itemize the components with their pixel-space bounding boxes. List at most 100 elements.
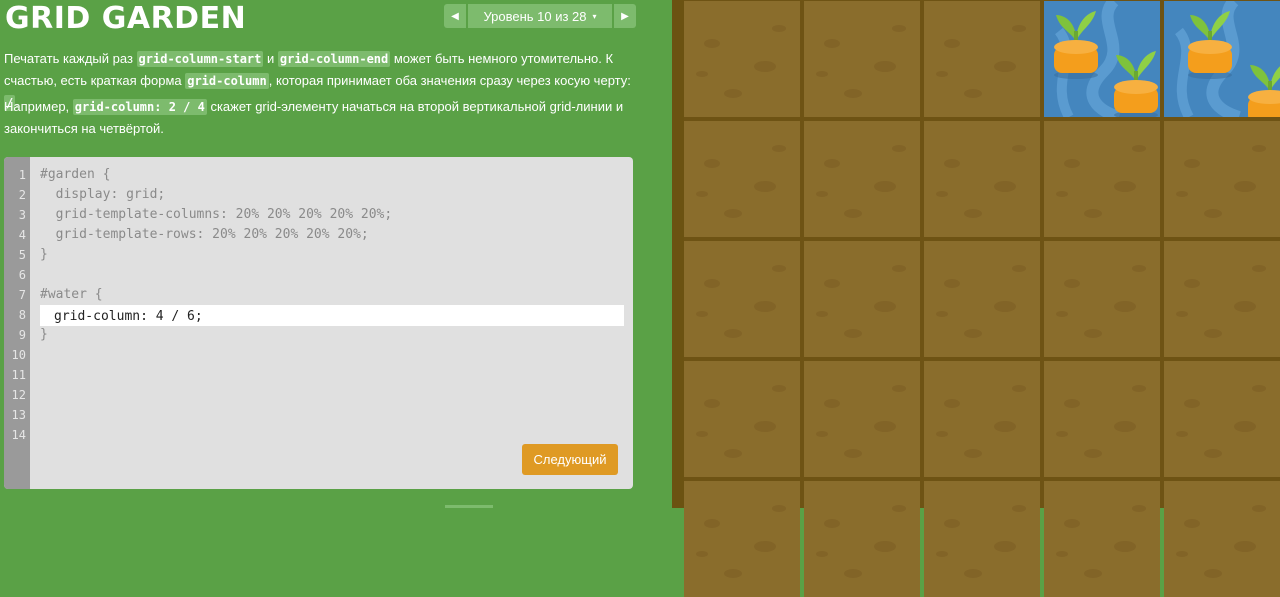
soil-cell: [1164, 361, 1280, 477]
soil-pebble: [824, 39, 840, 48]
soil-pebble: [1184, 159, 1200, 168]
soil-pebble: [754, 541, 776, 552]
text: Например,: [4, 99, 73, 114]
soil-pebble: [696, 431, 708, 437]
soil-pebble: [892, 385, 906, 392]
line-number: 11: [11, 368, 26, 382]
soil-pebble: [964, 89, 982, 98]
soil-pebble: [1084, 209, 1102, 218]
level-navigation: ◀ Уровень 10 из 28 ▾ ▶: [444, 4, 636, 28]
soil-pebble: [936, 191, 948, 197]
soil-pebble: [1056, 191, 1068, 197]
code-line: }: [40, 247, 48, 262]
soil-pebble: [1132, 505, 1146, 512]
soil-pebble: [936, 311, 948, 317]
css-code-input[interactable]: [54, 306, 614, 326]
soil-pebble: [1012, 145, 1026, 152]
water-cell: [1164, 1, 1280, 117]
text: Печатать каждый раз: [4, 51, 137, 66]
soil-cell: [1044, 241, 1160, 357]
soil-cell: [684, 361, 800, 477]
soil-cell: [684, 121, 800, 237]
soil-pebble: [892, 265, 906, 272]
soil-pebble: [1084, 329, 1102, 338]
soil-pebble: [1176, 551, 1188, 557]
soil-pebble: [874, 541, 896, 552]
css-editor: 1 2 3 4 5 6 7 8 9 10 11 12 13 14 #garden…: [4, 157, 633, 489]
soil-pebble: [964, 569, 982, 578]
code-line: #garden {: [40, 167, 111, 182]
code-line: grid-template-rows: 20% 20% 20% 20% 20%;: [40, 227, 369, 242]
soil-pebble: [964, 449, 982, 458]
soil-pebble: [1204, 329, 1222, 338]
code-line: }: [40, 327, 48, 342]
soil-cell: [804, 121, 920, 237]
soil-pebble: [754, 61, 776, 72]
soil-pebble: [944, 39, 960, 48]
soil-pebble: [724, 449, 742, 458]
soil-pebble: [844, 569, 862, 578]
soil-pebble: [892, 25, 906, 32]
soil-pebble: [936, 71, 948, 77]
soil-pebble: [754, 421, 776, 432]
soil-pebble: [994, 181, 1016, 192]
soil-pebble: [944, 279, 960, 288]
soil-cell: [684, 1, 800, 117]
line-number: 14: [11, 428, 26, 442]
soil-pebble: [824, 279, 840, 288]
instructions-panel: GRID GARDEN ◀ Уровень 10 из 28 ▾ ▶ Печат…: [0, 0, 672, 508]
soil-cell: [1044, 481, 1160, 597]
soil-pebble: [1084, 569, 1102, 578]
soil-pebble: [824, 399, 840, 408]
soil-pebble: [936, 551, 948, 557]
triangle-right-icon: ▶: [621, 10, 629, 22]
soil-pebble: [724, 89, 742, 98]
soil-pebble: [1176, 191, 1188, 197]
line-number: 12: [11, 388, 26, 402]
soil-pebble: [844, 209, 862, 218]
text: и: [263, 51, 278, 66]
prev-level-button[interactable]: ◀: [444, 4, 466, 28]
soil-pebble: [964, 209, 982, 218]
next-button[interactable]: Следующий: [522, 444, 618, 475]
soil-pebble: [874, 181, 896, 192]
soil-pebble: [844, 89, 862, 98]
soil-pebble: [1176, 311, 1188, 317]
soil-pebble: [1234, 181, 1256, 192]
level-select[interactable]: Уровень 10 из 28 ▾: [468, 4, 612, 28]
level-text: Уровень 10 из 28: [483, 8, 587, 24]
soil-pebble: [944, 159, 960, 168]
line-number: 13: [11, 408, 26, 422]
soil-pebble: [1114, 541, 1136, 552]
soil-pebble: [944, 519, 960, 528]
soil-pebble: [1056, 431, 1068, 437]
soil-cell: [924, 481, 1040, 597]
soil-pebble: [1252, 145, 1266, 152]
soil-pebble: [1204, 569, 1222, 578]
soil-pebble: [772, 385, 786, 392]
soil-pebble: [754, 181, 776, 192]
soil-pebble: [1184, 399, 1200, 408]
soil-pebble: [824, 159, 840, 168]
carrot-icon: [1188, 11, 1232, 79]
garden-board: [684, 0, 1280, 597]
soil-pebble: [994, 61, 1016, 72]
water-cell: [1044, 1, 1160, 117]
soil-cell: [804, 361, 920, 477]
line-number: 1: [18, 168, 26, 182]
next-level-button[interactable]: ▶: [614, 4, 636, 28]
soil-pebble: [944, 399, 960, 408]
instruction-paragraph-2: Например, grid-column: 2 / 4 скажет grid…: [4, 96, 636, 139]
soil-pebble: [1012, 505, 1026, 512]
soil-cell: [1164, 481, 1280, 597]
soil-pebble: [754, 301, 776, 312]
soil-pebble: [724, 209, 742, 218]
soil-pebble: [1056, 551, 1068, 557]
code-snippet: grid-column-end: [277, 51, 391, 67]
soil-pebble: [994, 541, 1016, 552]
soil-pebble: [1176, 431, 1188, 437]
code-line: grid-template-columns: 20% 20% 20% 20% 2…: [40, 207, 393, 222]
soil-cell: [924, 361, 1040, 477]
soil-pebble: [1132, 145, 1146, 152]
soil-pebble: [1064, 399, 1080, 408]
